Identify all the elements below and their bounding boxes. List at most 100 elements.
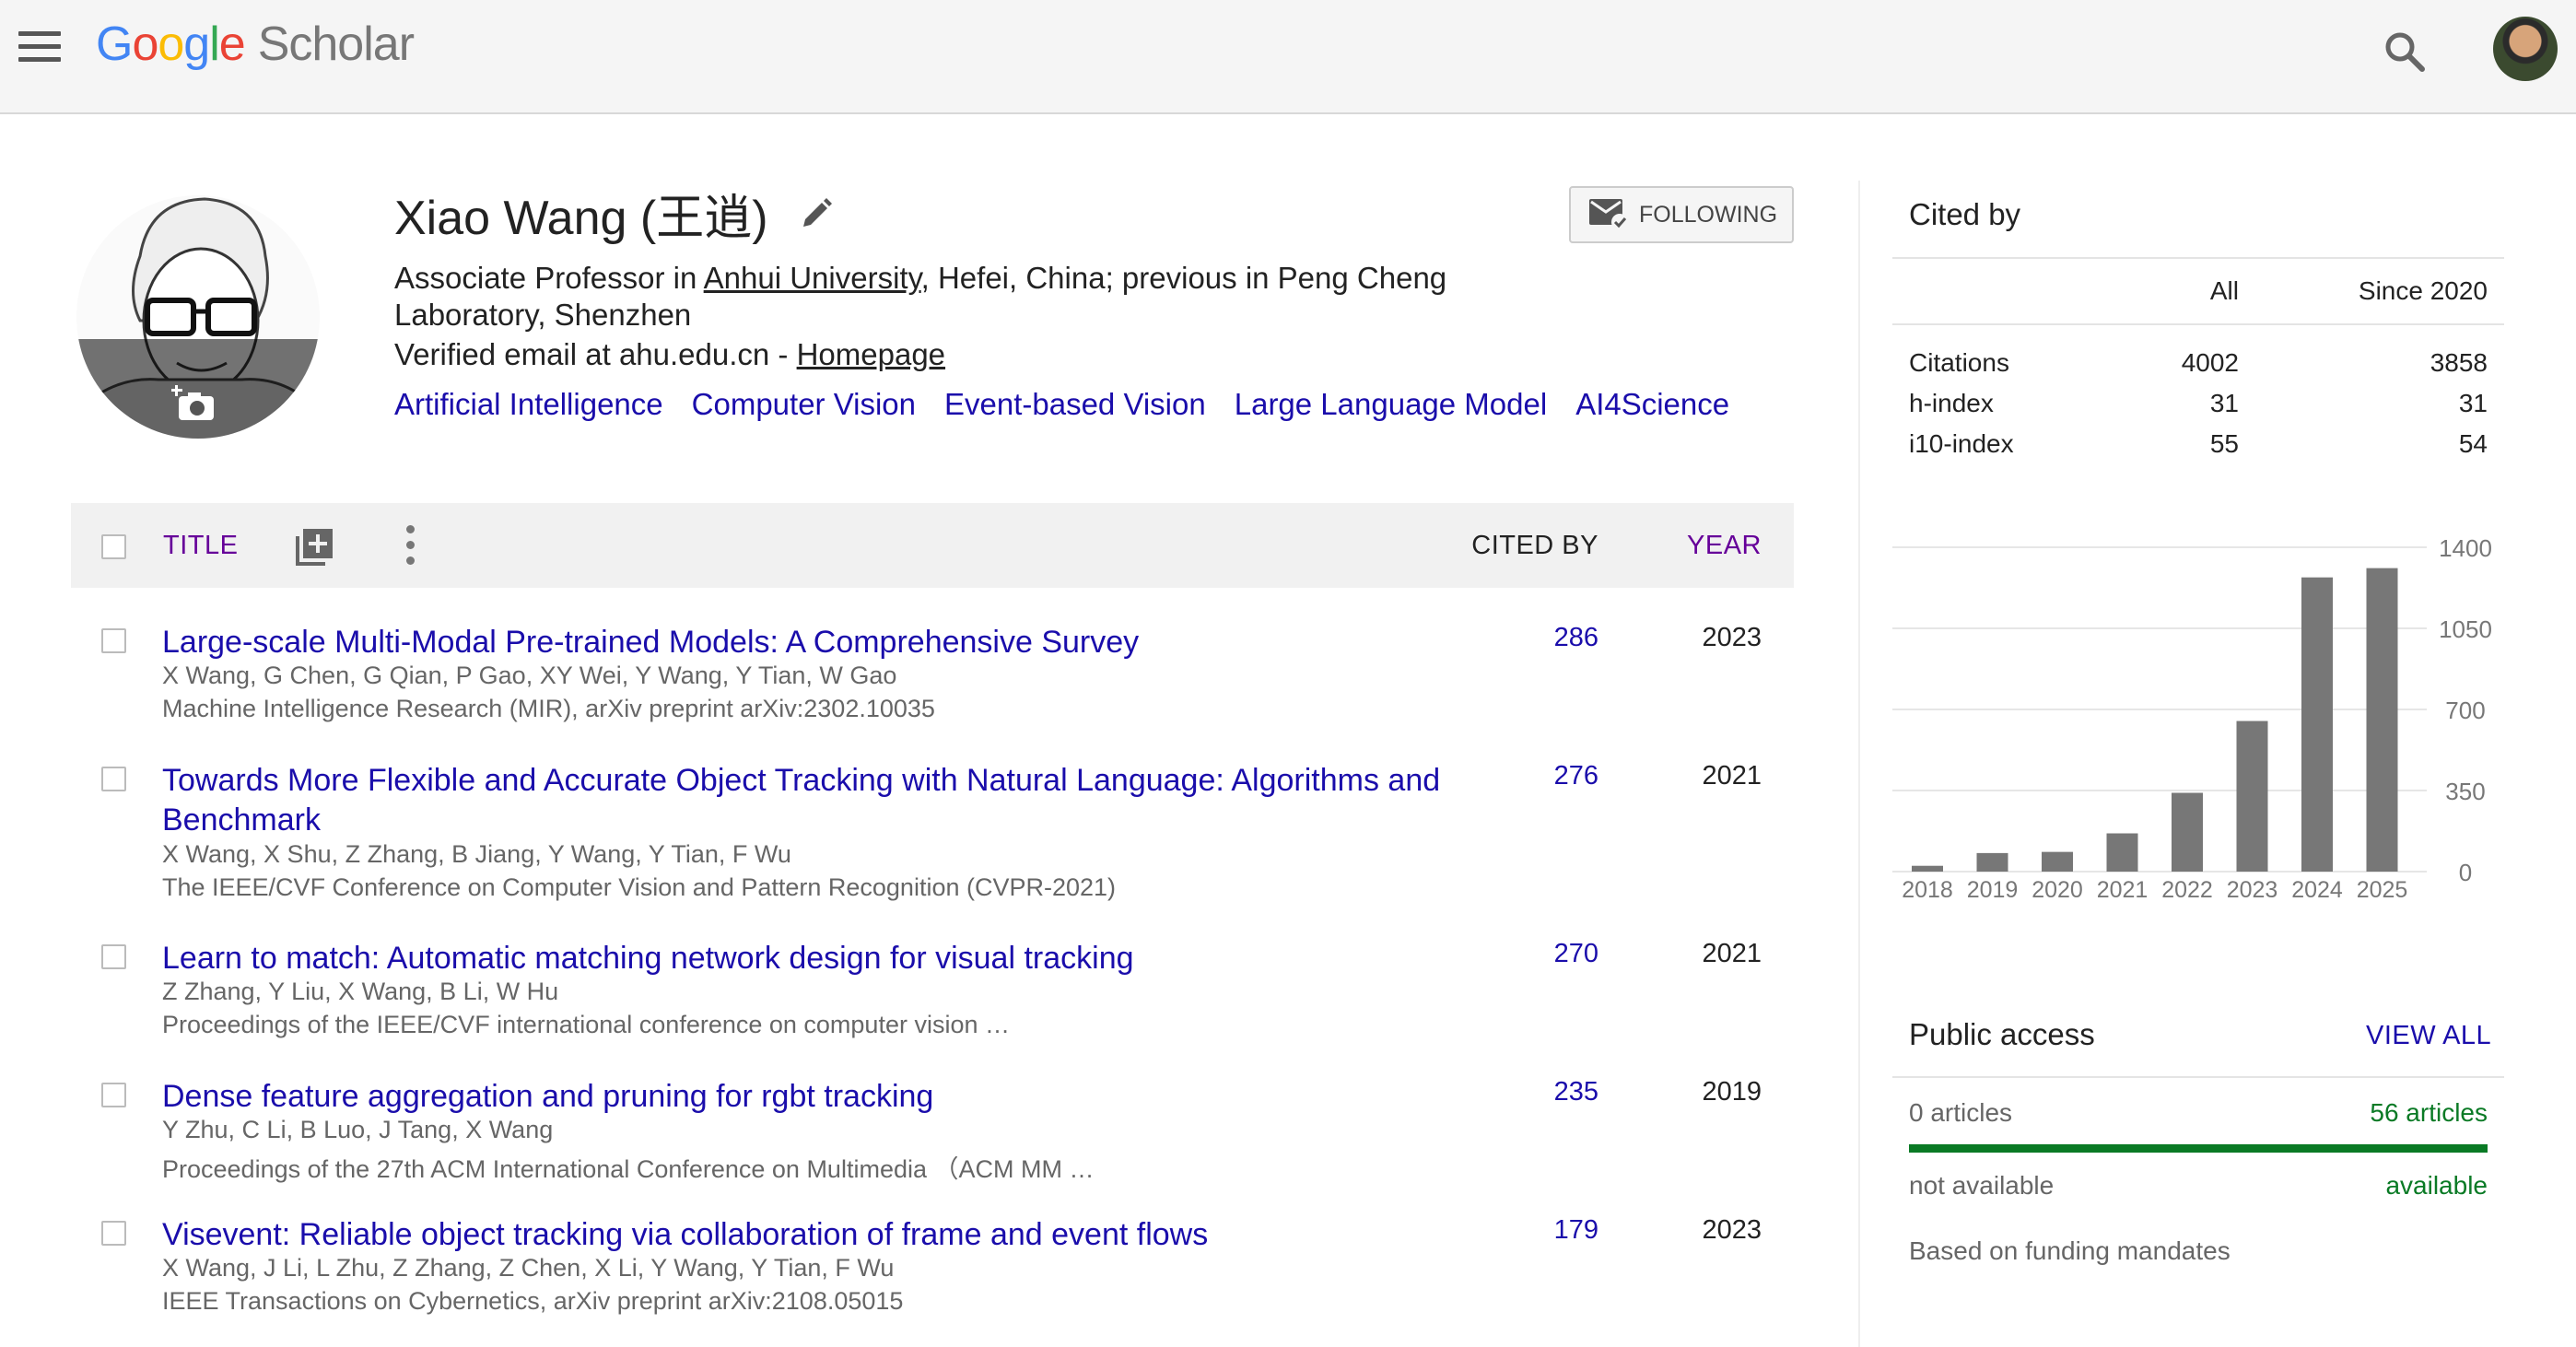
citations-per-year-chart: 1400 1050 700 350 0 2018 2019 2020 2021 2022 2023 2… bbox=[1892, 534, 2492, 903]
x-tick-label: 2018 bbox=[1902, 877, 1953, 903]
article-year: 2019 bbox=[1702, 1077, 1762, 1107]
x-tick-label: 2020 bbox=[2032, 877, 2083, 903]
chart-bar bbox=[2172, 792, 2203, 872]
available-label: available bbox=[2385, 1171, 2488, 1200]
profile-name: Xiao Wang (王逍) bbox=[394, 192, 768, 245]
search-icon[interactable] bbox=[2379, 26, 2430, 77]
row-checkbox[interactable] bbox=[101, 944, 126, 969]
x-tick-label: 2023 bbox=[2227, 877, 2278, 903]
interest-link[interactable]: Large Language Model bbox=[1235, 387, 1547, 421]
article-authors: Z Zhang, Y Liu, X Wang, B Li, W Hu bbox=[162, 978, 559, 1005]
homepage-link[interactable]: Homepage bbox=[797, 337, 945, 371]
select-all-checkbox[interactable] bbox=[101, 534, 126, 559]
article-cited-by[interactable]: 270 bbox=[1554, 939, 1598, 969]
chart-bar bbox=[2301, 577, 2333, 872]
public-access-heading: Public access bbox=[1909, 1017, 2095, 1051]
following-button[interactable]: FOLLOWING bbox=[1569, 186, 1794, 243]
article-title[interactable]: Towards More Flexible and Accurate Objec… bbox=[162, 761, 1516, 840]
edit-pencil-icon[interactable] bbox=[798, 195, 835, 232]
article-cited-by[interactable]: 286 bbox=[1554, 623, 1598, 653]
stat-label: h-index bbox=[1909, 389, 1994, 417]
article-authors: X Wang, G Chen, G Qian, P Gao, XY Wei, Y… bbox=[162, 662, 897, 689]
x-tick-label: 2019 bbox=[1967, 877, 2019, 903]
stat-label: Citations bbox=[1909, 348, 2009, 377]
more-options-icon[interactable] bbox=[404, 525, 416, 566]
x-tick-label: 2025 bbox=[2357, 877, 2408, 903]
chart-bar bbox=[1976, 852, 2008, 872]
articles-table-header: TITLE CITED BY YEAR bbox=[71, 503, 1794, 588]
chart-bar bbox=[2106, 833, 2138, 872]
y-tick-label: 1400 bbox=[2439, 534, 2492, 562]
article-authors: X Wang, J Li, L Zhu, Z Zhang, Z Chen, X … bbox=[162, 1254, 895, 1282]
row-checkbox[interactable] bbox=[101, 767, 126, 791]
chart-bar bbox=[2236, 720, 2268, 872]
verified-email: Verified email at ahu.edu.cn - bbox=[394, 337, 797, 371]
stat-since: 54 bbox=[2458, 429, 2488, 458]
article-title[interactable]: Learn to match: Automatic matching netwo… bbox=[162, 939, 1516, 978]
interest-link[interactable]: Artificial Intelligence bbox=[394, 387, 663, 421]
mail-check-icon bbox=[1589, 199, 1628, 230]
profile-name-row: Xiao Wang (王逍) bbox=[394, 179, 835, 248]
interest-link[interactable]: Computer Vision bbox=[692, 387, 916, 421]
account-avatar[interactable] bbox=[2493, 17, 2558, 81]
article-venue: Proceedings of the IEEE/CVF internationa… bbox=[162, 1011, 1010, 1038]
stat-all: 31 bbox=[2209, 389, 2239, 417]
profile-affiliation: Associate Professor in Anhui University,… bbox=[394, 260, 1537, 334]
article-title[interactable]: Dense feature aggregation and pruning fo… bbox=[162, 1077, 1516, 1117]
article-title[interactable]: Visevent: Reliable object tracking via c… bbox=[162, 1215, 1516, 1255]
stat-label: i10-index bbox=[1909, 429, 2014, 458]
affiliation-prefix: Associate Professor in bbox=[394, 261, 704, 295]
article-title[interactable]: Large-scale Multi-Modal Pre-trained Mode… bbox=[162, 623, 1516, 662]
article-year: 2021 bbox=[1702, 939, 1762, 968]
article-venue: The IEEE/CVF Conference on Computer Visi… bbox=[162, 873, 1117, 901]
y-tick-label: 700 bbox=[2445, 697, 2485, 724]
y-tick-label: 1050 bbox=[2439, 615, 2492, 643]
sort-by-cited[interactable]: CITED BY bbox=[1471, 531, 1598, 561]
article-year: 2021 bbox=[1702, 761, 1762, 791]
article-authors: Y Zhu, C Li, B Luo, J Tang, X Wang bbox=[162, 1116, 554, 1143]
stat-all: 55 bbox=[2209, 429, 2239, 458]
available-count[interactable]: 56 articles bbox=[2211, 1098, 2488, 1128]
stat-since: 31 bbox=[2458, 389, 2488, 417]
public-access-progress-bar bbox=[1909, 1144, 2488, 1153]
article-cited-by[interactable]: 235 bbox=[1554, 1077, 1598, 1107]
not-available-label: not available bbox=[1909, 1171, 2055, 1200]
interest-link[interactable]: Event-based Vision bbox=[944, 387, 1206, 421]
article-venue: Machine Intelligence Research (MIR), arX… bbox=[162, 695, 935, 722]
article-venue: Proceedings of the 27th ACM Internationa… bbox=[162, 1155, 1095, 1183]
unavailable-count[interactable]: 0 articles bbox=[1909, 1098, 2012, 1128]
row-checkbox[interactable] bbox=[101, 1083, 126, 1107]
interest-link[interactable]: AI4Science bbox=[1575, 387, 1729, 421]
chart-bar bbox=[1912, 865, 1943, 872]
google-scholar-logo[interactable]: Google Scholar bbox=[96, 17, 415, 72]
row-checkbox[interactable] bbox=[101, 1221, 126, 1246]
article-cited-by[interactable]: 179 bbox=[1554, 1215, 1598, 1246]
divider bbox=[1892, 1076, 2504, 1078]
stat-all: 4002 bbox=[2181, 348, 2239, 377]
affiliation-link[interactable]: Anhui University bbox=[704, 261, 921, 295]
chart-bar bbox=[2366, 568, 2398, 872]
x-tick-label: 2021 bbox=[2097, 877, 2149, 903]
article-authors: X Wang, X Shu, Z Zhang, B Jiang, Y Wang,… bbox=[162, 840, 791, 868]
divider bbox=[1892, 323, 2504, 325]
profile-email: Verified email at ahu.edu.cn - Homepage bbox=[394, 337, 945, 372]
view-all-link[interactable]: VIEW ALL bbox=[2366, 1021, 2491, 1051]
top-bar: Google Scholar bbox=[0, 0, 2576, 114]
col-all-header: All bbox=[2209, 276, 2239, 305]
stat-since: 3858 bbox=[2430, 348, 2488, 377]
y-tick-label: 0 bbox=[2459, 859, 2472, 886]
hamburger-menu-icon[interactable] bbox=[18, 31, 61, 63]
chart-bar bbox=[2042, 851, 2073, 872]
logo-google: Google bbox=[96, 18, 246, 71]
cited-by-heading: Cited by bbox=[1909, 197, 2021, 231]
add-to-library-icon[interactable] bbox=[296, 527, 334, 566]
x-tick-label: 2022 bbox=[2161, 877, 2213, 903]
profile-photo[interactable] bbox=[76, 182, 321, 440]
sort-by-title[interactable]: TITLE bbox=[163, 531, 238, 561]
article-year: 2023 bbox=[1702, 1215, 1762, 1245]
sort-by-year[interactable]: YEAR bbox=[1687, 531, 1762, 561]
article-cited-by[interactable]: 276 bbox=[1554, 761, 1598, 791]
row-checkbox[interactable] bbox=[101, 628, 126, 653]
logo-scholar: Scholar bbox=[257, 18, 415, 71]
following-label: FOLLOWING bbox=[1639, 201, 1778, 228]
